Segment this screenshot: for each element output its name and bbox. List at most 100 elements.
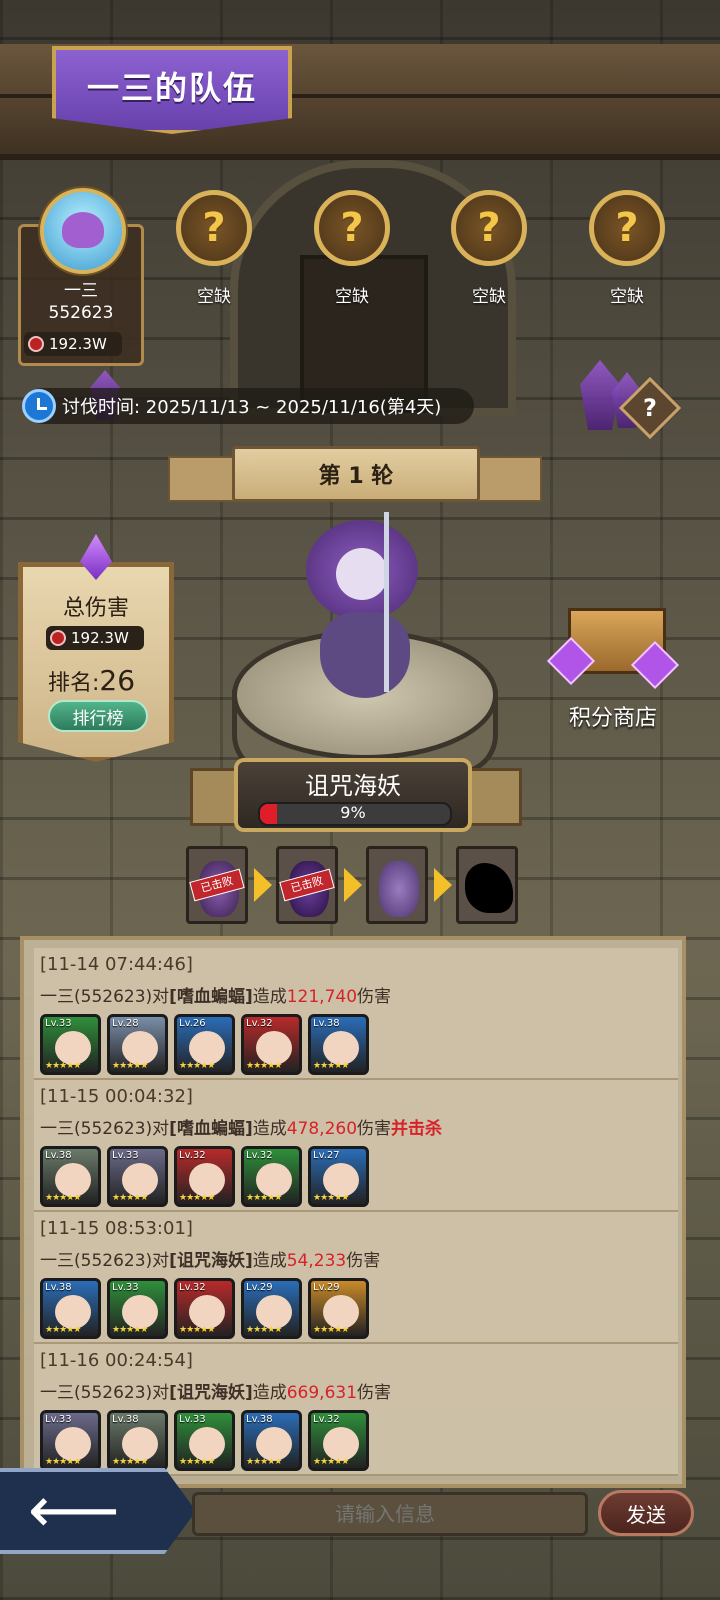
hero-portrait[interactable]: Lv.33 ★★★★★ — [40, 1014, 101, 1075]
empty-slot-2[interactable]: ? — [314, 190, 390, 266]
hero-face — [55, 1427, 91, 1461]
hero-stars: ★★★★★ — [246, 1193, 282, 1203]
stage-3[interactable] — [366, 846, 428, 924]
ranking-button[interactable]: 排行榜 — [48, 700, 148, 732]
hero-level: Lv.33 — [45, 1018, 72, 1029]
arrow-right-icon — [434, 868, 452, 902]
hero-portrait[interactable]: Lv.33 ★★★★★ — [107, 1278, 168, 1339]
log-target: [诅咒海妖] — [169, 1251, 253, 1271]
question-icon: ? — [340, 205, 364, 251]
hero-face — [189, 1295, 225, 1329]
hero-portrait[interactable]: Lv.33 ★★★★★ — [174, 1410, 235, 1471]
hero-portrait[interactable]: Lv.32 ★★★★★ — [174, 1146, 235, 1207]
question-icon: ? — [477, 205, 501, 251]
log-time: [11-16 00:24:54] — [40, 1350, 193, 1371]
log-suffix: 伤害 — [357, 1119, 392, 1139]
hero-level: Lv.38 — [45, 1282, 72, 1293]
hero-level: Lv.32 — [246, 1150, 273, 1161]
hero-portrait[interactable]: Lv.32 ★★★★★ — [308, 1410, 369, 1471]
hero-stars: ★★★★★ — [246, 1325, 282, 1335]
hero-portrait[interactable]: Lv.26 ★★★★★ — [174, 1014, 235, 1075]
hero-portrait[interactable]: Lv.32 ★★★★★ — [241, 1014, 302, 1075]
log-damage: 478,260 — [286, 1119, 358, 1139]
chat-input[interactable] — [192, 1492, 588, 1536]
hero-face — [256, 1427, 292, 1461]
rank-display: 排名:26 — [48, 664, 135, 697]
hero-portrait[interactable]: Lv.28 ★★★★★ — [107, 1014, 168, 1075]
hero-face — [122, 1295, 158, 1329]
hero-portrait[interactable]: Lv.29 ★★★★★ — [241, 1278, 302, 1339]
hero-portrait[interactable]: Lv.38 ★★★★★ — [107, 1410, 168, 1471]
hero-stars: ★★★★★ — [112, 1061, 148, 1071]
empty-slot-4[interactable]: ? — [589, 190, 665, 266]
boss-sprite[interactable] — [300, 512, 424, 702]
ribbon-end — [168, 456, 242, 502]
log-target: [嗜血蝙蝠] — [169, 1119, 253, 1139]
hero-level: Lv.38 — [45, 1150, 72, 1161]
hero-portrait[interactable]: Lv.33 ★★★★★ — [40, 1410, 101, 1471]
total-damage-value: 192.3W — [71, 629, 129, 647]
hero-portrait[interactable]: Lv.27 ★★★★★ — [308, 1146, 369, 1207]
hero-face — [122, 1163, 158, 1197]
hero-face — [323, 1163, 359, 1197]
log-damage: 121,740 — [286, 987, 358, 1007]
empty-slot-1[interactable]: ? — [176, 190, 252, 266]
battle-log[interactable]: [11-14 07:44:46] 一三(552623)对[嗜血蝙蝠]造成121,… — [20, 936, 686, 1488]
stage-4[interactable] — [456, 846, 518, 924]
round-label: 第 1 轮 — [318, 464, 394, 489]
player-avatar[interactable] — [40, 188, 126, 274]
damage-icon — [28, 336, 44, 352]
log-mid: 造成 — [252, 1251, 287, 1271]
hero-portrait[interactable]: Lv.38 ★★★★★ — [40, 1146, 101, 1207]
send-button[interactable]: 发送 — [598, 1490, 694, 1536]
question-icon: ? — [615, 205, 639, 251]
stage-1[interactable]: 已击败 — [186, 846, 248, 924]
boss-hp-text: 9% — [340, 803, 366, 822]
arrow-right-icon — [344, 868, 362, 902]
hero-stars: ★★★★★ — [112, 1457, 148, 1467]
hero-level: Lv.32 — [246, 1018, 273, 1029]
hero-stars: ★★★★★ — [313, 1193, 349, 1203]
hero-portrait[interactable]: Lv.29 ★★★★★ — [308, 1278, 369, 1339]
hero-stars: ★★★★★ — [45, 1061, 81, 1071]
hero-portrait[interactable]: Lv.38 ★★★★★ — [241, 1410, 302, 1471]
rank-label: 排名: — [48, 671, 100, 696]
hero-portrait[interactable]: Lv.38 ★★★★★ — [308, 1014, 369, 1075]
hero-face — [323, 1427, 359, 1461]
log-line: 一三(552623)对[嗜血蝙蝠]造成478,260伤害并击杀 — [40, 1114, 442, 1139]
log-entry: [11-15 00:04:32] 一三(552623)对[嗜血蝙蝠]造成478,… — [34, 1080, 678, 1212]
hero-face — [122, 1427, 158, 1461]
empty-slot-3[interactable]: ? — [451, 190, 527, 266]
siren-icon — [379, 861, 419, 917]
hero-portrait[interactable]: Lv.38 ★★★★★ — [40, 1278, 101, 1339]
slot-label: 空缺 — [197, 287, 231, 307]
hero-portrait[interactable]: Lv.32 ★★★★★ — [241, 1146, 302, 1207]
boss-tail — [320, 612, 410, 698]
rank-value: 26 — [99, 664, 136, 697]
hero-level: Lv.33 — [112, 1150, 139, 1161]
hero-portrait[interactable]: Lv.33 ★★★★★ — [107, 1146, 168, 1207]
log-time: [11-15 08:53:01] — [40, 1218, 193, 1239]
damage-icon — [50, 630, 66, 646]
hero-team: Lv.38 ★★★★★ Lv.33 ★★★★★ Lv.32 ★★★★★ Lv.29 ★★★★★… — [40, 1278, 369, 1339]
hero-level: Lv.28 — [112, 1018, 139, 1029]
hero-level: Lv.32 — [179, 1282, 206, 1293]
hero-level: Lv.29 — [246, 1282, 273, 1293]
hero-face — [323, 1031, 359, 1065]
hero-stars: ★★★★★ — [313, 1061, 349, 1071]
hero-stars: ★★★★★ — [179, 1061, 215, 1071]
log-damage: 54,233 — [286, 1251, 347, 1271]
log-suffix: 伤害 — [357, 1383, 392, 1403]
hero-portrait[interactable]: Lv.32 ★★★★★ — [174, 1278, 235, 1339]
log-target: [诅咒海妖] — [169, 1383, 253, 1403]
total-damage-badge: 192.3W — [46, 626, 144, 650]
back-button[interactable]: ⟵ — [0, 1468, 196, 1554]
log-suffix: 伤害 — [357, 987, 392, 1007]
points-shop-button[interactable] — [546, 588, 680, 690]
stage-2[interactable]: 已击败 — [276, 846, 338, 924]
hero-stars: ★★★★★ — [45, 1325, 81, 1335]
points-shop-label[interactable]: 积分商店 — [548, 700, 678, 732]
log-mid: 造成 — [252, 1383, 287, 1403]
plant-avatar-icon — [62, 212, 104, 248]
event-time-bar: 讨伐时间: 2025/11/13 ~ 2025/11/16(第4天) — [22, 388, 474, 424]
